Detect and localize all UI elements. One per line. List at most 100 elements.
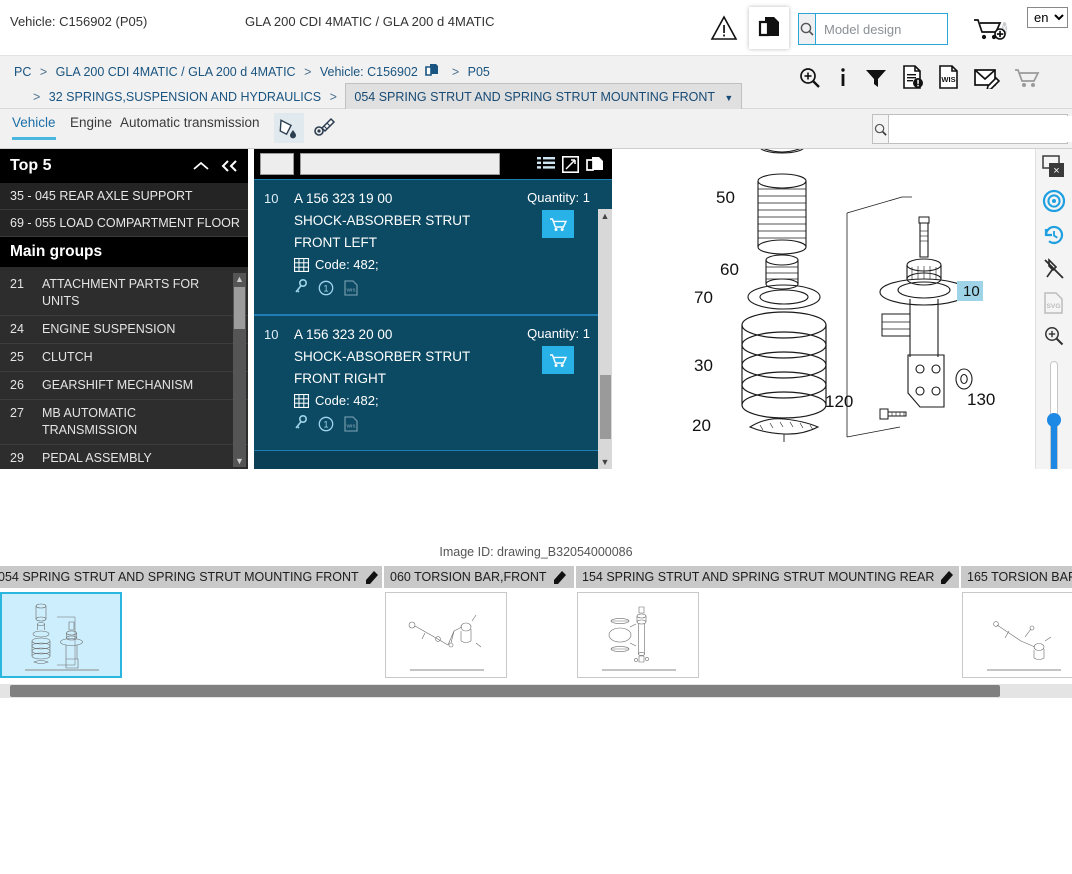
main-area: Top 5 35 - 045 REAR AXLE SUPPORT 69 - 05… (0, 149, 1072, 469)
scroll-down-arrow[interactable]: ▼ (233, 455, 246, 467)
edit-icon[interactable] (940, 570, 954, 584)
table-row[interactable]: 10 A 156 323 20 00 SHOCK-ABSORBER STRUT … (254, 315, 612, 451)
callout-10: 10 (963, 283, 980, 300)
sidebar-item-21[interactable]: 21 ATTACHMENT PARTS FOR UNITS (0, 271, 248, 316)
tab-automatic-transmission[interactable]: Automatic transmission (120, 115, 260, 137)
tab-vehicle[interactable]: Vehicle (12, 115, 56, 140)
cart-icon (549, 217, 567, 232)
thumbnail-image-3[interactable] (962, 592, 1072, 678)
thumbnail-title-bar[interactable]: 054 SPRING STRUT AND SPRING STRUT MOUNTI… (0, 566, 384, 588)
tab-engine[interactable]: Engine (70, 115, 112, 137)
drawing-toolbar: × SVG (1035, 149, 1072, 469)
sidebar-item-26[interactable]: 26 GEARSHIFT MECHANISM (0, 372, 248, 400)
thumbnail-title-bar[interactable]: 154 SPRING STRUT AND SPRING STRUT MOUNTI… (576, 566, 961, 588)
unpin-icon[interactable] (1042, 257, 1066, 281)
sidebar-item-27[interactable]: 27 MB AUTOMATIC TRANSMISSION (0, 400, 248, 445)
zoom-slider[interactable] (1047, 361, 1061, 469)
thumbnail-image-1[interactable] (385, 592, 507, 678)
sidebar-item-29[interactable]: 29 PEDAL ASSEMBLY (0, 445, 248, 469)
breadcrumb-model[interactable]: GLA 200 CDI 4MATIC / GLA 200 d 4MATIC (56, 65, 296, 79)
tab-bar: Vehicle Engine Automatic transmission (0, 109, 1072, 149)
circle-one-icon[interactable]: 1 (318, 416, 334, 432)
expand-icon[interactable] (562, 155, 579, 173)
breadcrumb-group[interactable]: 32 SPRINGS,SUSPENSION AND HYDRAULICS (49, 90, 321, 104)
filter-icon[interactable] (864, 66, 888, 90)
add-to-basket-button[interactable] (542, 346, 574, 374)
scroll-down-arrow[interactable]: ▼ (598, 455, 612, 469)
cart-icon[interactable] (1014, 67, 1040, 89)
thumbnail-title-bar[interactable]: 165 TORSION BAR,REAR (961, 566, 1072, 588)
parts-filter-button[interactable] (260, 153, 294, 175)
scroll-up-arrow[interactable]: ▲ (598, 209, 612, 223)
callout-60: 60 (720, 260, 739, 279)
zoom-in-icon[interactable] (1043, 325, 1065, 347)
callout-30: 30 (694, 356, 713, 375)
parts-filter-input[interactable] (300, 153, 500, 175)
chevron-up-icon[interactable] (192, 160, 210, 172)
add-to-cart-icon[interactable] (972, 16, 1008, 42)
wis-document-icon[interactable]: WIS (344, 279, 358, 296)
search-icon (799, 21, 815, 37)
parts-scrollbar[interactable]: ▲ ▼ (598, 209, 612, 469)
top5-item-1[interactable]: 69 - 055 LOAD COMPARTMENT FLOOR (0, 210, 248, 237)
thumbnail-image-0[interactable] (0, 592, 122, 678)
info-icon[interactable] (836, 66, 850, 90)
wis-document-icon[interactable]: WIS (938, 65, 960, 90)
model-design-search[interactable]: x (798, 13, 1007, 45)
edit-icon[interactable] (553, 570, 567, 584)
breadcrumb-toolbar: WIS (798, 65, 1040, 90)
technical-drawing[interactable]: 50 60 70 30 20 120 130 10 (672, 149, 1072, 469)
maingroups-header: Main groups (0, 237, 248, 267)
breadcrumb-bar: PC > GLA 200 CDI 4MATIC / GLA 200 d 4MAT… (0, 56, 1072, 112)
thumbnail-title-bar[interactable]: 060 TORSION BAR,FRONT (384, 566, 576, 588)
copy-icon[interactable] (586, 156, 604, 173)
scrollbar-thumb[interactable] (600, 375, 611, 439)
sidebar-item-25[interactable]: 25 CLUTCH (0, 344, 248, 372)
close-panel-icon[interactable]: × (1042, 155, 1066, 179)
chevron-double-left-icon[interactable] (220, 159, 240, 173)
scrollbar-thumb[interactable] (10, 685, 1000, 697)
target-icon[interactable] (1042, 189, 1066, 213)
thumbnail-image-2[interactable] (577, 592, 699, 678)
sidebar-item-24[interactable]: 24 ENGINE SUSPENSION (0, 316, 248, 344)
search-button[interactable] (799, 14, 816, 44)
group-number: 27 (10, 406, 24, 420)
mail-edit-icon[interactable] (974, 67, 1000, 89)
search-button[interactable] (873, 115, 889, 143)
top5-title: Top 5 (10, 157, 52, 174)
add-to-basket-button[interactable] (542, 210, 574, 238)
wis-document-icon[interactable]: WIS (344, 415, 358, 432)
document-alert-icon[interactable] (902, 65, 924, 90)
edit-icon[interactable] (365, 570, 379, 584)
language-select[interactable]: en (1027, 7, 1068, 28)
key-icon[interactable] (294, 415, 308, 432)
warning-triangle-icon[interactable] (710, 15, 738, 41)
group-number: 25 (10, 350, 24, 364)
scroll-up-arrow[interactable]: ▲ (233, 273, 246, 285)
copy-button[interactable] (749, 7, 789, 49)
sidebar-scrollbar[interactable]: ▲ ▼ (233, 273, 246, 467)
thumbnail-title: 154 SPRING STRUT AND SPRING STRUT MOUNTI… (582, 570, 935, 584)
circle-one-icon[interactable]: 1 (318, 280, 334, 296)
paint-bucket-icon[interactable] (274, 113, 304, 143)
table-row[interactable]: 10 A 156 323 19 00 SHOCK-ABSORBER STRUT … (254, 179, 612, 315)
tool-bolt-icon[interactable] (310, 113, 340, 143)
history-icon[interactable] (1042, 223, 1066, 247)
thumbnail-scrollbar[interactable] (0, 684, 1072, 698)
parts-search[interactable]: x (872, 114, 1072, 144)
breadcrumb-root[interactable]: PC (14, 65, 31, 79)
list-view-icon[interactable] (537, 156, 555, 172)
breadcrumb-platform[interactable]: P05 (468, 65, 490, 79)
drawing-viewer[interactable]: 50 60 70 30 20 120 130 10 × SVG (612, 149, 1072, 469)
chevron-down-icon: ▼ (724, 93, 734, 103)
parts-search-input[interactable] (889, 116, 1072, 142)
zoom-in-icon[interactable] (798, 66, 822, 90)
breadcrumb-vehicle[interactable]: Vehicle: C156902 (320, 65, 418, 79)
key-icon[interactable] (294, 279, 308, 296)
callout-120: 120 (825, 392, 853, 411)
breadcrumb-active-dropdown[interactable]: 054 SPRING STRUT AND SPRING STRUT MOUNTI… (345, 83, 743, 112)
scrollbar-thumb[interactable] (234, 287, 245, 329)
breadcrumb-copy-icon[interactable] (425, 63, 439, 78)
slider-knob[interactable] (1047, 413, 1061, 427)
top5-item-0[interactable]: 35 - 045 REAR AXLE SUPPORT (0, 183, 248, 210)
